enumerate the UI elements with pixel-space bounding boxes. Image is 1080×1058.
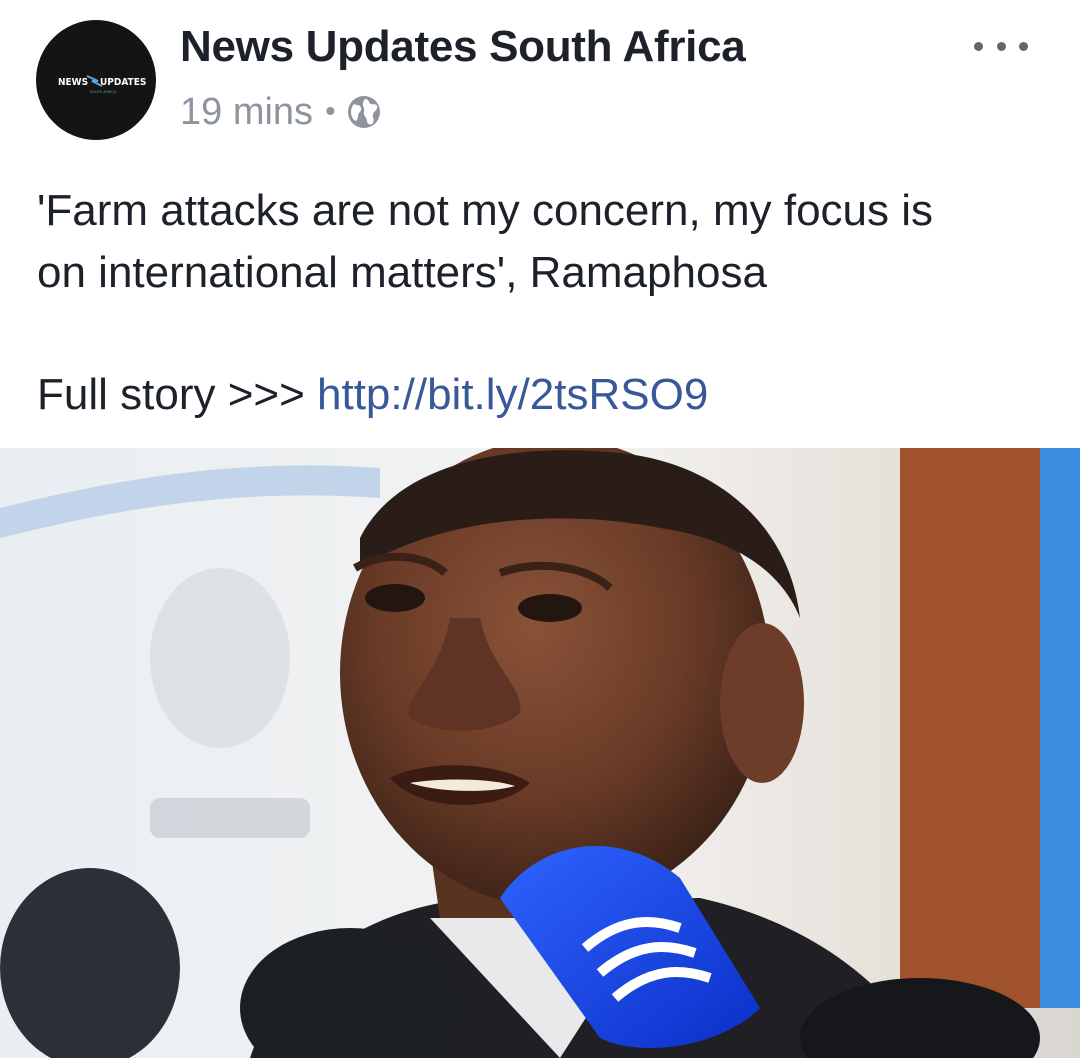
post-header: NEWS UPDATES SOUTH AFRICA News Updates S… [0, 0, 1080, 150]
svg-text:SOUTH AFRICA: SOUTH AFRICA [90, 90, 117, 94]
post-card: NEWS UPDATES SOUTH AFRICA News Updates S… [0, 0, 1080, 1058]
post-message-line-2: on international matters', Ramaphosa [37, 248, 767, 297]
post-timestamp[interactable]: 19 mins [180, 91, 313, 134]
globe-icon [347, 96, 380, 128]
news-photo[interactable] [0, 448, 1080, 1058]
news-updates-logo: NEWS UPDATES SOUTH AFRICA [58, 75, 146, 94]
full-story-line: Full story >>> http://bit.ly/2tsRSO9 [37, 364, 708, 426]
svg-text:UPDATES: UPDATES [100, 77, 146, 88]
post-meta: 19 mins • [180, 88, 382, 136]
post-message-line-1: 'Farm attacks are not my concern, my foc… [37, 186, 934, 235]
story-link[interactable]: http://bit.ly/2tsRSO9 [317, 370, 708, 419]
post-message: 'Farm attacks are not my concern, my foc… [37, 180, 1047, 304]
page-name[interactable]: News Updates South Africa [180, 22, 746, 72]
full-story-label: Full story >>> [37, 370, 305, 419]
svg-text:NEWS: NEWS [58, 77, 88, 88]
meta-separator: • [325, 95, 336, 128]
news-photo-illustration [0, 448, 1080, 1058]
more-options-icon[interactable] [974, 36, 1028, 56]
page-avatar[interactable]: NEWS UPDATES SOUTH AFRICA [36, 20, 156, 140]
